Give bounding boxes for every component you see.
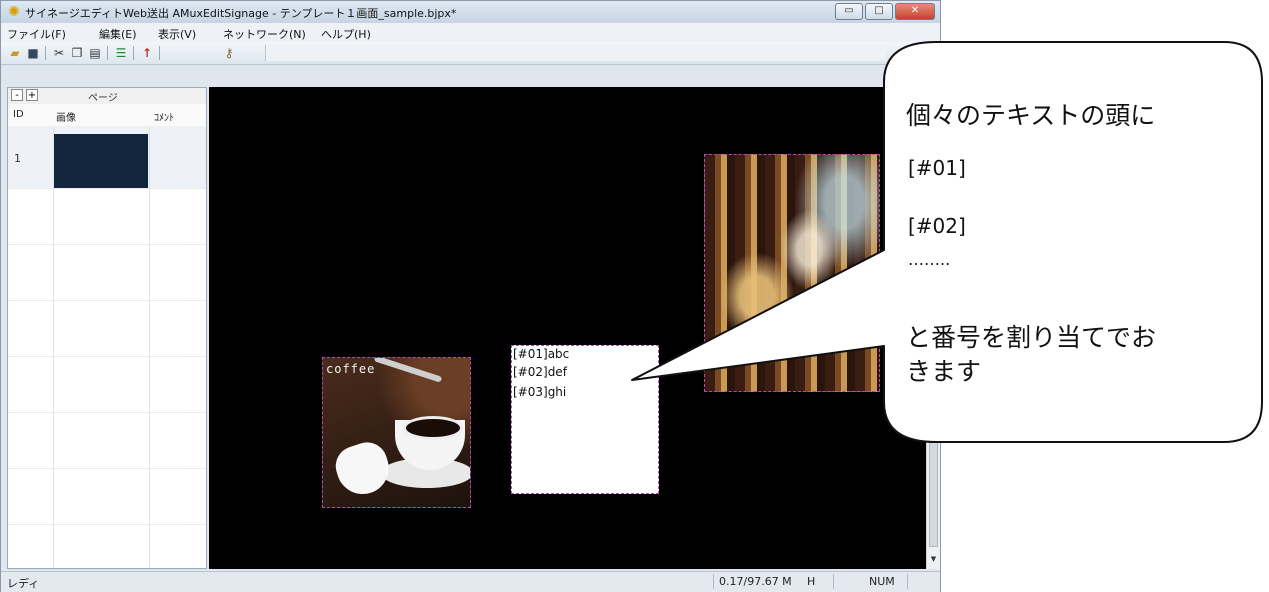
open-icon[interactable]: ▰ <box>7 45 23 61</box>
toolbar-separator <box>159 46 160 60</box>
page-row-id: 1 <box>14 152 21 165</box>
callout-line-1: 個々のテキストの頭に <box>906 101 1156 130</box>
grid-divider <box>8 244 206 245</box>
window-title: サイネージエディトWeb送出 AMuxEditSignage - テンプレート１… <box>25 7 457 20</box>
grid-divider <box>8 188 206 189</box>
scrollbar-thumb[interactable] <box>929 247 938 547</box>
grid-divider <box>149 126 150 568</box>
grid-divider <box>8 300 206 301</box>
scroll-down-icon[interactable]: ▼ <box>927 555 940 567</box>
callout-line-2: [#01] <box>908 156 966 180</box>
page-thumbnail[interactable] <box>54 134 148 188</box>
save-icon[interactable]: ■ <box>25 45 41 61</box>
page-list-header: - + ページ <box>8 88 206 105</box>
toolbar-separator <box>107 46 108 60</box>
copy-icon[interactable]: ❐ <box>69 45 85 61</box>
menu-file[interactable]: ファイル(F) <box>7 26 66 42</box>
grid-divider <box>53 126 54 568</box>
bottles-image-region[interactable] <box>704 154 880 392</box>
cut-icon[interactable]: ✂ <box>51 45 67 61</box>
callout-line-3: [#02] <box>908 214 966 238</box>
status-divider <box>833 574 834 589</box>
menu-help[interactable]: ヘルプ(H) <box>321 26 371 42</box>
page-list-title: ページ <box>88 93 118 104</box>
status-ready: レディ <box>7 577 40 590</box>
paste-icon[interactable]: ▤ <box>87 45 103 61</box>
coffee-surface-shape <box>403 416 463 440</box>
title-bar[interactable]: ✺ サイネージエディトWeb送出 AMuxEditSignage - テンプレー… <box>1 1 940 23</box>
app-icon: ✺ <box>8 4 20 20</box>
column-id[interactable]: ID <box>13 109 24 120</box>
expand-button[interactable]: + <box>26 89 38 101</box>
text-line-03: [#03]ghi <box>513 385 567 399</box>
grid-divider <box>8 524 206 525</box>
layout-icon[interactable]: ☰ <box>113 45 129 61</box>
status-mode: H <box>807 575 816 588</box>
status-num: NUM <box>869 575 895 588</box>
coffee-label: coffee <box>326 362 376 376</box>
status-memory: 0.17/97.67 M <box>719 575 792 588</box>
callout-line-4: …….. <box>908 250 951 269</box>
page-list-panel: - + ページ ID 画像 ｺﾒﾝﾄ 1 <box>7 87 207 569</box>
callout-line-5: と番号を割り当てでお <box>906 323 1157 352</box>
status-divider <box>713 574 714 589</box>
key-icon[interactable]: ⚷ <box>221 45 237 61</box>
callout-line-6: きます <box>906 357 982 386</box>
status-bar: レディ 0.17/97.67 M H NUM <box>1 571 940 592</box>
menu-view[interactable]: 表示(V) <box>158 26 196 42</box>
page-list-columns: ID 画像 ｺﾒﾝﾄ <box>8 104 206 127</box>
toolbar-empty-area <box>265 45 886 61</box>
text-line-02: [#02]def <box>513 365 567 379</box>
minimize-button[interactable]: ▭ <box>835 3 863 20</box>
column-comment[interactable]: ｺﾒﾝﾄ <box>154 109 174 124</box>
menu-bar: ファイル(F) 編集(E) 表示(V) ネットワーク(N) ヘルプ(H) <box>1 23 940 42</box>
maximize-button[interactable]: □ <box>865 3 893 20</box>
toolbar-separator <box>133 46 134 60</box>
text-line-01: [#01]abc <box>513 347 570 361</box>
text-region[interactable]: [#01]abc [#02]def [#03]ghi <box>511 345 659 494</box>
toolbar: ▰ ■ ✂ ❐ ▤ ☰ ↑ ⚷ <box>1 42 940 65</box>
menu-edit[interactable]: 編集(E) <box>99 26 137 42</box>
close-button[interactable]: ✕ <box>895 3 935 20</box>
coffee-image-region[interactable]: coffee <box>322 357 471 508</box>
collapse-button[interactable]: - <box>11 89 23 101</box>
upload-icon[interactable]: ↑ <box>139 45 155 61</box>
grid-divider <box>8 356 206 357</box>
column-image[interactable]: 画像 <box>56 109 76 124</box>
grid-divider <box>8 468 206 469</box>
toolbar-separator <box>45 46 46 60</box>
menu-network[interactable]: ネットワーク(N) <box>223 26 306 42</box>
grid-divider <box>8 412 206 413</box>
status-divider <box>907 574 908 589</box>
